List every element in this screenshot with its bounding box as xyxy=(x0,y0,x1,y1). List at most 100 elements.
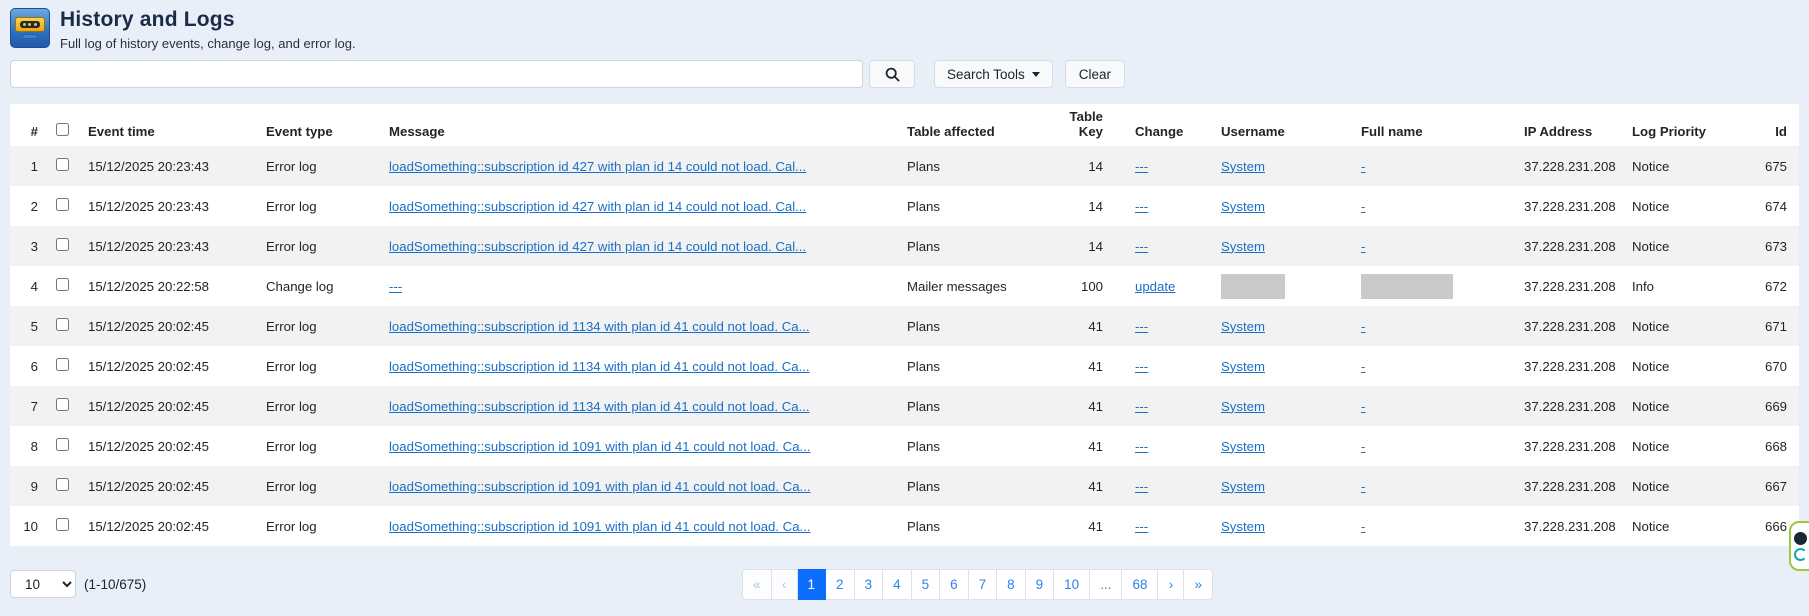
fullname-link[interactable]: - xyxy=(1361,399,1365,414)
row-checkbox[interactable] xyxy=(56,198,69,211)
cell-fullname xyxy=(1345,266,1516,306)
col-header-username[interactable]: Username xyxy=(1205,104,1345,146)
cell-ip: 37.228.231.208 xyxy=(1516,426,1624,466)
fullname-link[interactable]: - xyxy=(1361,519,1365,534)
row-checkbox[interactable] xyxy=(56,358,69,371)
fullname-link[interactable]: - xyxy=(1361,159,1365,174)
row-checkbox[interactable] xyxy=(56,518,69,531)
username-link[interactable]: System xyxy=(1221,359,1265,374)
change-link[interactable]: --- xyxy=(1135,319,1148,334)
message-link[interactable]: loadSomething::subscription id 427 with … xyxy=(389,159,806,174)
cell-check xyxy=(42,226,80,266)
cell-id: 669 xyxy=(1720,386,1799,426)
fullname-link[interactable]: - xyxy=(1361,439,1365,454)
page-68[interactable]: 68 xyxy=(1122,569,1158,600)
page-5[interactable]: 5 xyxy=(912,569,941,600)
page-8[interactable]: 8 xyxy=(997,569,1026,600)
col-header-table[interactable]: Table affected xyxy=(899,104,1049,146)
fullname-link[interactable]: - xyxy=(1361,319,1365,334)
change-link[interactable]: --- xyxy=(1135,239,1148,254)
col-header-fullname[interactable]: Full name xyxy=(1345,104,1516,146)
cell-fullname: - xyxy=(1345,506,1516,546)
username-link[interactable]: System xyxy=(1221,519,1265,534)
message-link[interactable]: loadSomething::subscription id 427 with … xyxy=(389,199,806,214)
change-link[interactable]: update xyxy=(1135,279,1175,294)
cassette-body xyxy=(15,17,45,32)
cell-message: loadSomething::subscription id 1091 with… xyxy=(381,506,899,546)
cell-message: --- xyxy=(381,266,899,306)
username-link[interactable]: System xyxy=(1221,319,1265,334)
page-ellipsis[interactable]: ... xyxy=(1090,569,1122,600)
fullname-link[interactable]: - xyxy=(1361,239,1365,254)
col-header-type[interactable]: Event type xyxy=(258,104,381,146)
row-checkbox[interactable] xyxy=(56,398,69,411)
username-link[interactable]: System xyxy=(1221,479,1265,494)
page-1[interactable]: 1 xyxy=(798,569,827,600)
page-2[interactable]: 2 xyxy=(826,569,855,600)
message-link[interactable]: --- xyxy=(389,279,402,294)
page-size-select[interactable]: 10 xyxy=(10,570,76,598)
cell-change: --- xyxy=(1111,426,1205,466)
row-checkbox[interactable] xyxy=(56,318,69,331)
log-row: 715/12/2025 20:02:45Error logloadSomethi… xyxy=(10,386,1799,426)
change-link[interactable]: --- xyxy=(1135,519,1148,534)
message-link[interactable]: loadSomething::subscription id 1091 with… xyxy=(389,439,811,454)
page-10[interactable]: 10 xyxy=(1054,569,1090,600)
search-tools-button[interactable]: Search Tools xyxy=(934,60,1053,88)
next-page[interactable]: › xyxy=(1158,569,1184,600)
fullname-link[interactable]: - xyxy=(1361,359,1365,374)
col-header-num[interactable]: # xyxy=(10,104,42,146)
row-checkbox[interactable] xyxy=(56,438,69,451)
cell-check xyxy=(42,346,80,386)
caret-down-icon xyxy=(1032,72,1040,77)
fullname-link[interactable]: - xyxy=(1361,199,1365,214)
message-link[interactable]: loadSomething::subscription id 1134 with… xyxy=(389,399,810,414)
widget-teal-ring-icon xyxy=(1794,548,1807,561)
search-input[interactable] xyxy=(10,60,863,88)
message-link[interactable]: loadSomething::subscription id 1091 with… xyxy=(389,479,811,494)
row-checkbox[interactable] xyxy=(56,478,69,491)
page-9[interactable]: 9 xyxy=(1026,569,1055,600)
change-link[interactable]: --- xyxy=(1135,159,1148,174)
message-link[interactable]: loadSomething::subscription id 1134 with… xyxy=(389,359,810,374)
logs-table: # Event timeEvent typeMessageTable affect… xyxy=(10,104,1799,546)
username-link[interactable]: System xyxy=(1221,199,1265,214)
col-header-key[interactable]: Table Key xyxy=(1049,104,1111,146)
col-header-ip[interactable]: IP Address xyxy=(1516,104,1624,146)
change-link[interactable]: --- xyxy=(1135,199,1148,214)
page-7[interactable]: 7 xyxy=(969,569,998,600)
cell-ip: 37.228.231.208 xyxy=(1516,386,1624,426)
page-3[interactable]: 3 xyxy=(855,569,884,600)
change-link[interactable]: --- xyxy=(1135,439,1148,454)
cassette-reel xyxy=(23,23,26,26)
last-page[interactable]: » xyxy=(1184,569,1213,600)
username-link[interactable]: System xyxy=(1221,159,1265,174)
username-link[interactable]: System xyxy=(1221,439,1265,454)
cell-type: Error log xyxy=(258,186,381,226)
page-6[interactable]: 6 xyxy=(940,569,969,600)
change-link[interactable]: --- xyxy=(1135,479,1148,494)
fullname-link[interactable]: - xyxy=(1361,479,1365,494)
clear-button[interactable]: Clear xyxy=(1065,60,1125,88)
col-header-id[interactable]: Id xyxy=(1720,104,1799,146)
col-header-change[interactable]: Change xyxy=(1111,104,1205,146)
change-link[interactable]: --- xyxy=(1135,399,1148,414)
log-row: 315/12/2025 20:23:43Error logloadSomethi… xyxy=(10,226,1799,266)
username-link[interactable]: System xyxy=(1221,239,1265,254)
col-header-message[interactable]: Message xyxy=(381,104,899,146)
row-checkbox[interactable] xyxy=(56,278,69,291)
message-link[interactable]: loadSomething::subscription id 1091 with… xyxy=(389,519,811,534)
cell-num: 7 xyxy=(10,386,42,426)
message-link[interactable]: loadSomething::subscription id 1134 with… xyxy=(389,319,810,334)
select-all-checkbox[interactable] xyxy=(56,123,69,136)
username-link[interactable]: System xyxy=(1221,399,1265,414)
row-checkbox[interactable] xyxy=(56,158,69,171)
change-link[interactable]: --- xyxy=(1135,359,1148,374)
search-button[interactable] xyxy=(869,60,915,88)
message-link[interactable]: loadSomething::subscription id 427 with … xyxy=(389,239,806,254)
col-header-time[interactable]: Event time xyxy=(80,104,258,146)
col-header-priority[interactable]: Log Priority xyxy=(1624,104,1720,146)
page-4[interactable]: 4 xyxy=(883,569,912,600)
row-checkbox[interactable] xyxy=(56,238,69,251)
floating-widget[interactable] xyxy=(1789,521,1809,571)
